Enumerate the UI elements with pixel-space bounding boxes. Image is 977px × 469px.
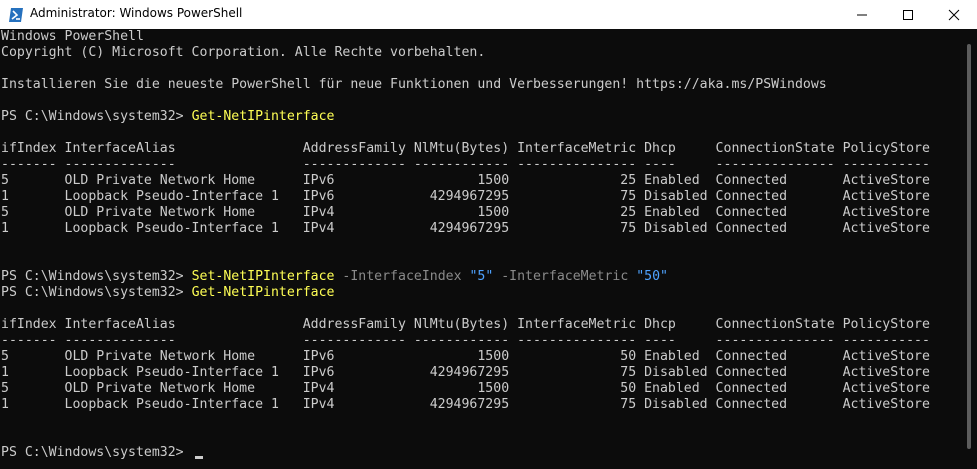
- table-separator: ------- -------------- ------------- ---…: [1, 333, 930, 348]
- console-output[interactable]: Windows PowerShell Copyright (C) Microso…: [0, 29, 961, 469]
- command-text: Get-NetIPinterface: [191, 285, 335, 300]
- console-line: Copyright (C) Microsoft Corporation. All…: [1, 45, 486, 60]
- table-header: ifIndex InterfaceAlias AddressFamily NlM…: [1, 141, 930, 156]
- parameter-text: -InterfaceMetric: [493, 269, 637, 284]
- close-icon: [948, 9, 960, 20]
- console-line: Installieren Sie die neueste PowerShell …: [1, 77, 827, 92]
- vertical-scrollbar[interactable]: [961, 29, 977, 469]
- maximize-button[interactable]: [885, 0, 931, 29]
- scrollbar-thumb[interactable]: [967, 44, 971, 449]
- table-row: 1 Loopback Pseudo-Interface 1 IPv4 42949…: [1, 397, 930, 412]
- string-value: "50": [636, 269, 668, 284]
- table-separator: ------- -------------- ------------- ---…: [1, 157, 930, 172]
- table-row: 5 OLD Private Network Home IPv6 1500 50 …: [1, 349, 930, 364]
- maximize-icon: [903, 9, 913, 20]
- command-text: Get-NetIPinterface: [191, 109, 335, 124]
- window-title: Administrator: Windows PowerShell: [30, 6, 243, 20]
- prompt-line: PS C:\Windows\system32> Set-NetIPInterfa…: [1, 269, 668, 285]
- table-row: 5 OLD Private Network Home IPv4 1500 50 …: [1, 381, 930, 396]
- prompt-text: PS C:\Windows\system32>: [1, 285, 192, 300]
- parameter-text: -InterfaceIndex: [334, 269, 470, 284]
- minimize-button[interactable]: [839, 0, 885, 29]
- prompt-text: PS C:\Windows\system32>: [1, 109, 192, 124]
- powershell-icon: [9, 8, 23, 22]
- prompt-line: PS C:\Windows\system32> Get-NetIPinterfa…: [1, 285, 334, 301]
- table-row: 1 Loopback Pseudo-Interface 1 IPv4 42949…: [1, 221, 930, 236]
- prompt-text: PS C:\Windows\system32>: [1, 445, 192, 460]
- table-row: 1 Loopback Pseudo-Interface 1 IPv6 42949…: [1, 365, 930, 380]
- command-text: Set-NetIPInterface: [191, 269, 335, 284]
- table-row: 5 OLD Private Network Home IPv4 1500 25 …: [1, 205, 930, 220]
- text-cursor: [194, 456, 203, 459]
- minimize-icon: [857, 14, 867, 15]
- powershell-window: Administrator: Windows PowerShell Window…: [0, 0, 977, 469]
- prompt-line: PS C:\Windows\system32> Get-NetIPinterfa…: [1, 109, 334, 125]
- title-bar[interactable]: Administrator: Windows PowerShell: [0, 0, 977, 29]
- console-line: Windows PowerShell: [1, 29, 144, 44]
- prompt-line[interactable]: PS C:\Windows\system32>: [1, 445, 203, 461]
- prompt-text: PS C:\Windows\system32>: [1, 269, 192, 284]
- string-value: "5": [469, 269, 494, 284]
- close-button[interactable]: [931, 0, 977, 29]
- table-row: 1 Loopback Pseudo-Interface 1 IPv6 42949…: [1, 189, 930, 204]
- table-row: 5 OLD Private Network Home IPv6 1500 25 …: [1, 173, 930, 188]
- table-header: ifIndex InterfaceAlias AddressFamily NlM…: [1, 317, 930, 332]
